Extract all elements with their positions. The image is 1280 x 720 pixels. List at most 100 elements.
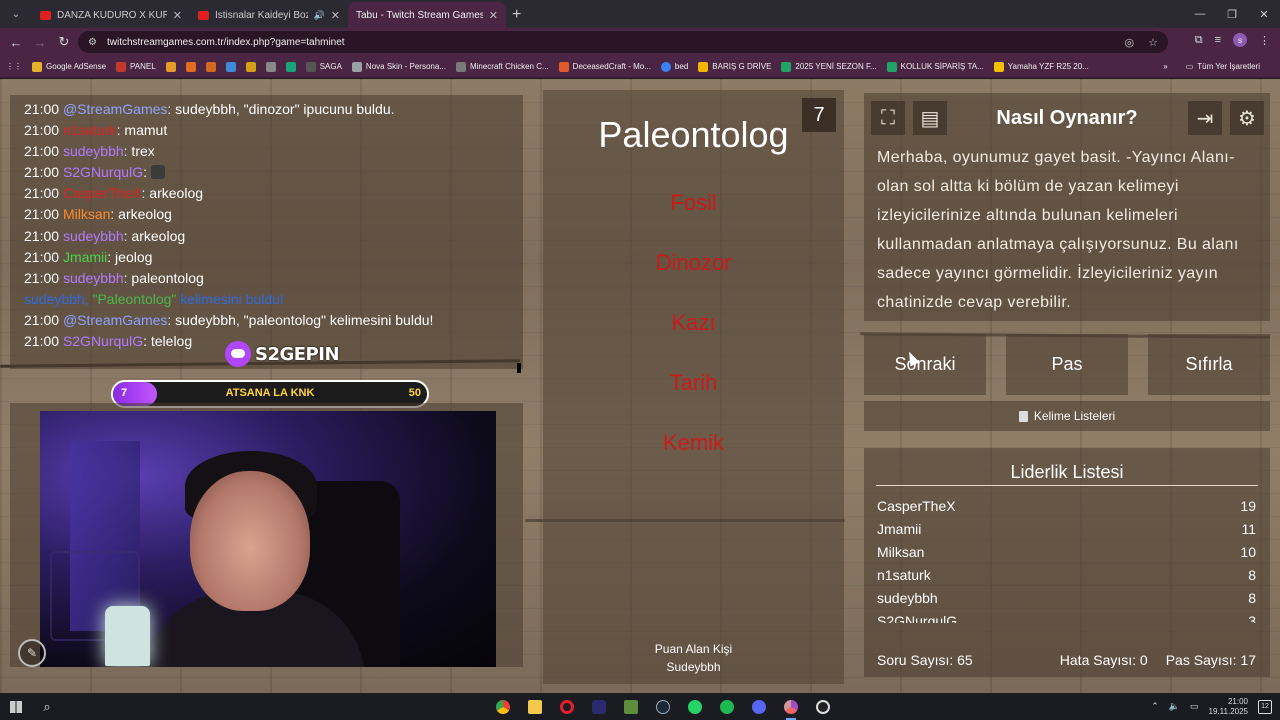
chat-message: 21:00 sudeybbh: trex bbox=[24, 143, 155, 160]
bookmark-icon[interactable] bbox=[185, 61, 196, 72]
tab-danza-kuduro[interactable]: DANZA KUDURO X KURDISH / ✕ bbox=[32, 2, 190, 28]
extensions-icon[interactable]: ⧉ bbox=[1195, 34, 1203, 47]
opera-icon[interactable] bbox=[556, 696, 578, 718]
chat-username: n1saturk bbox=[62, 122, 117, 139]
bookmark-kolluk-siparis[interactable]: KOLLUK SİPARİŞ TA... bbox=[886, 61, 984, 72]
bookmarks-bar: ⋮⋮ Google AdSense PANEL SAGA Nova Skin -… bbox=[0, 56, 1280, 78]
microphone-icon[interactable]: ✎ bbox=[18, 639, 46, 667]
panel-icon bbox=[116, 61, 127, 72]
minecraft-icon[interactable] bbox=[620, 696, 642, 718]
clock[interactable]: 21:00 19.11.2025 bbox=[1209, 697, 1248, 717]
bookmark-icon[interactable] bbox=[265, 61, 276, 72]
eye-off-icon[interactable]: ◎ bbox=[1125, 36, 1135, 49]
new-tab-button[interactable]: + bbox=[512, 6, 521, 24]
chat-username: sudeybbh bbox=[62, 143, 124, 160]
obs-icon[interactable] bbox=[812, 696, 834, 718]
close-icon[interactable]: ✕ bbox=[489, 9, 498, 22]
bookmark-baris-drive[interactable]: BARIŞ G DRİVE bbox=[698, 61, 771, 72]
chat-username: CasperTheX bbox=[62, 185, 142, 202]
folder-icon: ▭ bbox=[1185, 62, 1194, 71]
speaker-icon[interactable]: 🔊 bbox=[314, 10, 325, 21]
leaderboard-row: S2GNurqulG 3 bbox=[877, 613, 1256, 623]
youtube-icon bbox=[40, 10, 51, 20]
bookmark-icon[interactable] bbox=[205, 61, 216, 72]
bookmark-icon[interactable] bbox=[285, 61, 296, 72]
address-bar[interactable]: ⚙ twitchstreamgames.com.tr/index.php?gam… bbox=[78, 31, 1168, 53]
document-icon bbox=[1018, 410, 1028, 422]
divider bbox=[876, 485, 1258, 486]
chrome-icon[interactable] bbox=[492, 696, 514, 718]
bookmark-icon[interactable] bbox=[165, 61, 176, 72]
search-icon[interactable]: ⌕ bbox=[32, 699, 62, 715]
file-explorer-icon[interactable] bbox=[524, 696, 546, 718]
webcam-feed bbox=[40, 411, 496, 667]
scorer-name: Sudeybbh bbox=[666, 660, 721, 674]
reload-icon[interactable]: ↻ bbox=[52, 34, 76, 50]
chat-scrollbar[interactable] bbox=[517, 363, 521, 373]
notification-icon[interactable]: 12 bbox=[1258, 699, 1272, 714]
bookmark-panel[interactable]: PANEL bbox=[116, 61, 156, 72]
star-icon[interactable]: ☆ bbox=[1148, 36, 1158, 49]
taboo-word: Tarih bbox=[669, 370, 718, 395]
premiere-icon[interactable] bbox=[588, 696, 610, 718]
all-bookmarks[interactable]: ▭ Tüm Yer İşaretleri bbox=[1186, 62, 1260, 71]
spotify-icon[interactable] bbox=[716, 696, 738, 718]
windows-start-icon[interactable] bbox=[0, 693, 32, 720]
bookmark-nova-skin[interactable]: Nova Skin - Persona... bbox=[351, 61, 446, 72]
volume-icon[interactable]: 🔈 bbox=[1169, 701, 1180, 712]
minimize-icon[interactable]: — bbox=[1184, 0, 1216, 28]
gear-icon[interactable]: ⚙ bbox=[1230, 101, 1264, 135]
bookmark-favicon bbox=[285, 61, 296, 72]
stream-brand: S2GEPIN bbox=[225, 341, 340, 367]
tab-search-button[interactable]: ⌄ bbox=[4, 2, 28, 26]
bookmark-deceasedcraft[interactable]: DeceasedCraft - Mo... bbox=[558, 61, 651, 72]
chevron-up-icon[interactable]: ⌃ bbox=[1151, 701, 1159, 712]
tab-istisnalar[interactable]: İstisnalar Kaideyi Bozmaz - You 🔊 ✕ bbox=[190, 2, 348, 28]
taboo-word: Kemik bbox=[662, 430, 725, 455]
leaderboard-list[interactable]: CasperTheX 19 Jmamii 11 Milksan 10 n1saturk… bbox=[877, 495, 1256, 623]
close-window-icon[interactable]: ✕ bbox=[1248, 0, 1280, 28]
next-button[interactable]: Sonraki bbox=[864, 334, 986, 395]
chrome-profile-icon[interactable] bbox=[780, 696, 802, 720]
forward-arrow-icon[interactable]: → bbox=[28, 35, 52, 50]
emote-icon bbox=[150, 165, 165, 180]
leaderboard-row: Jmamii 11 bbox=[877, 521, 1256, 537]
brand-logo-icon bbox=[225, 341, 251, 367]
network-icon[interactable]: ▭ bbox=[1190, 701, 1199, 712]
chat-message: 21:00 sudeybbh: paleontolog bbox=[24, 269, 204, 286]
steam-icon[interactable] bbox=[652, 696, 674, 718]
discord-icon[interactable] bbox=[748, 696, 770, 718]
profile-avatar[interactable]: s bbox=[1233, 33, 1247, 47]
word-card: 7 Paleontolog Fosil Dinozor Kazı Tarih K… bbox=[543, 90, 844, 684]
whatsapp-icon[interactable] bbox=[684, 696, 706, 718]
bookmark-icon[interactable] bbox=[225, 61, 236, 72]
site-info-icon[interactable]: ⚙ bbox=[88, 37, 97, 48]
close-icon[interactable]: ✕ bbox=[331, 9, 340, 22]
bookmark-minecraft-chicken[interactable]: Minecraft Chicken C... bbox=[455, 61, 549, 72]
chat-username: Milksan bbox=[62, 206, 111, 223]
bookmark-google-adsense[interactable]: Google AdSense bbox=[32, 61, 106, 72]
back-arrow-icon[interactable]: ← bbox=[4, 35, 28, 50]
chevron-right-icon[interactable]: » bbox=[1163, 62, 1167, 71]
bookmark-yamaha[interactable]: Yamaha YZF R25 20... bbox=[993, 61, 1089, 72]
globe-icon bbox=[660, 61, 671, 72]
bookmark-icon[interactable] bbox=[245, 61, 256, 72]
bookmark-2025-sezon[interactable]: 2025 YENİ SEZON F... bbox=[781, 61, 877, 72]
bookmark-bed[interactable]: bed bbox=[660, 61, 688, 72]
sheets-icon bbox=[781, 61, 792, 72]
restore-icon[interactable]: ❐ bbox=[1216, 0, 1248, 28]
pass-button[interactable]: Pas bbox=[1006, 334, 1128, 395]
bookmark-saga[interactable]: SAGA bbox=[305, 61, 342, 72]
bookmark-favicon bbox=[265, 61, 276, 72]
tab-tabu[interactable]: Tabu - Twitch Stream Games ✕ bbox=[348, 2, 506, 28]
close-icon[interactable]: ✕ bbox=[173, 9, 182, 22]
media-icon[interactable]: ≡ bbox=[1215, 34, 1221, 46]
kebab-menu-icon[interactable]: ⋮ bbox=[1259, 34, 1270, 47]
apps-grid-icon[interactable]: ⋮⋮ bbox=[6, 62, 22, 71]
leaderboard-row: CasperTheX 19 bbox=[877, 498, 1256, 514]
reset-button[interactable]: Sıfırla bbox=[1148, 334, 1270, 395]
word-lists-button[interactable]: Kelime Listeleri bbox=[864, 401, 1270, 431]
minecraft-icon bbox=[455, 61, 466, 72]
logout-icon[interactable]: ⇥ bbox=[1188, 101, 1222, 135]
s-icon bbox=[993, 61, 1004, 72]
